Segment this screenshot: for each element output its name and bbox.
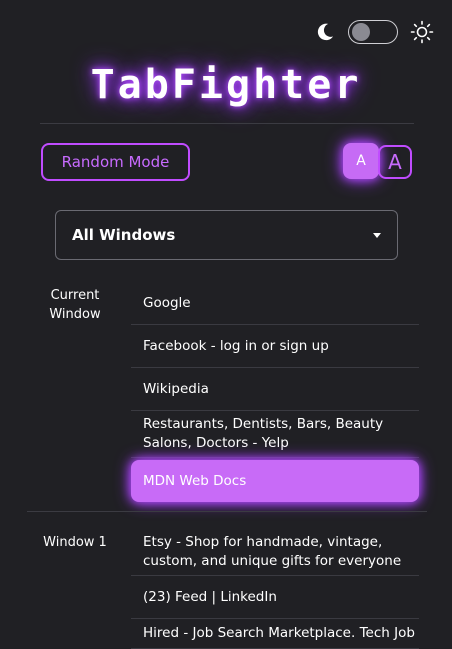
header-divider — [40, 123, 414, 124]
tab-item[interactable]: Hired - Job Search Marketplace. Tech Job — [131, 619, 419, 649]
font-size-small-button[interactable]: A — [343, 143, 379, 179]
font-size-large-button[interactable]: A — [378, 145, 412, 179]
tab-item[interactable]: Google — [131, 282, 419, 325]
toggle-knob — [352, 23, 370, 41]
app-title: TabFighter — [90, 62, 362, 108]
tab-item-active[interactable]: MDN Web Docs — [131, 460, 419, 502]
group-label-current-window: Current Window — [49, 288, 101, 322]
group-label-window-1: Window 1 — [43, 535, 107, 550]
theme-toggle-bar — [314, 20, 434, 44]
theme-toggle[interactable] — [348, 20, 398, 44]
moon-icon — [317, 23, 334, 41]
random-mode-button[interactable]: Random Mode — [41, 143, 190, 181]
tab-item[interactable]: (23) Feed | LinkedIn — [131, 576, 419, 619]
tab-item[interactable]: Etsy - Shop for handmade, vintage, custo… — [131, 529, 419, 576]
chevron-down-icon — [373, 232, 381, 238]
group-divider — [27, 511, 427, 512]
tab-item[interactable]: Facebook - log in or sign up — [131, 325, 419, 368]
window-select[interactable]: All Windows — [55, 210, 398, 260]
tab-item[interactable]: Restaurants, Dentists, Bars, Beauty Salo… — [131, 411, 419, 458]
tab-item[interactable]: Wikipedia — [131, 368, 419, 411]
sun-icon — [410, 20, 434, 44]
window-select-value: All Windows — [72, 226, 176, 244]
